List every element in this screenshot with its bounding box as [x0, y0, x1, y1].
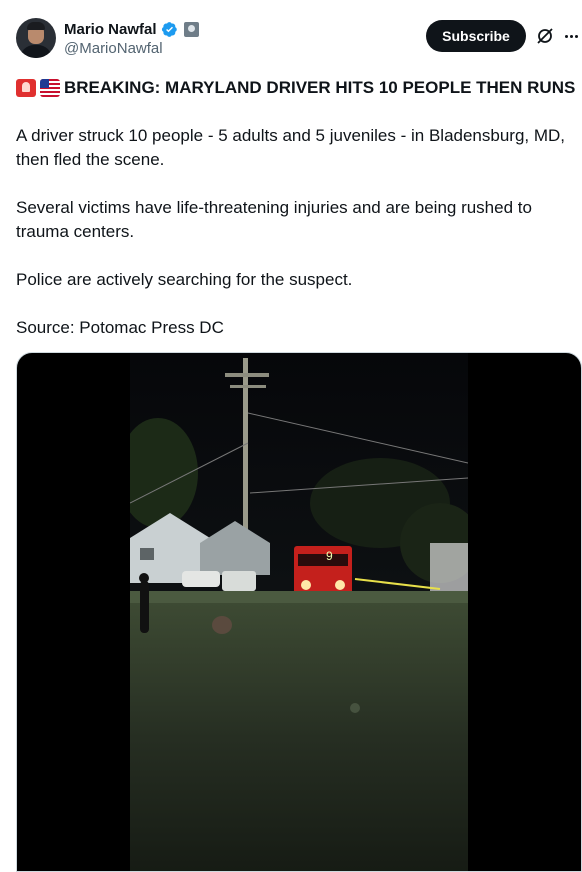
video-frame[interactable]: 9 — [130, 353, 468, 872]
person-crouching — [212, 616, 232, 634]
fire-truck — [294, 546, 352, 598]
person — [140, 581, 149, 633]
us-flag-emoji — [40, 79, 60, 97]
more-icon[interactable] — [561, 26, 581, 46]
tweet-headline-row: BREAKING: MARYLAND DRIVER HITS 10 PEOPLE… — [16, 76, 582, 100]
tweet-source: Source: Potomac Press DC — [16, 318, 224, 337]
video-player[interactable]: 9 — [16, 352, 582, 872]
fire-truck-number: 9 — [326, 549, 333, 563]
tweet-header: Mario Nawfal @MarioNawfal Subscribe — [16, 18, 582, 62]
verified-badge-icon — [161, 21, 177, 37]
rotating-light-emoji — [16, 79, 36, 97]
avatar[interactable] — [16, 18, 56, 58]
author-name[interactable]: Mario Nawfal — [64, 21, 157, 38]
tweet-headline: BREAKING: MARYLAND DRIVER HITS 10 PEOPLE… — [64, 78, 576, 97]
affiliate-badge-icon[interactable] — [183, 21, 199, 37]
tweet-paragraph: Several victims have life-threatening in… — [16, 198, 532, 241]
subscribe-button[interactable]: Subscribe — [426, 20, 526, 52]
police-car — [222, 571, 256, 591]
white-car — [182, 571, 220, 587]
author-handle[interactable]: @MarioNawfal — [64, 40, 163, 57]
tweet-paragraph: A driver struck 10 people - 5 adults and… — [16, 126, 566, 169]
grok-icon[interactable] — [535, 26, 555, 46]
author-name-row: Mario Nawfal — [64, 19, 199, 39]
tweet-paragraph: Police are actively searching for the su… — [16, 270, 353, 289]
